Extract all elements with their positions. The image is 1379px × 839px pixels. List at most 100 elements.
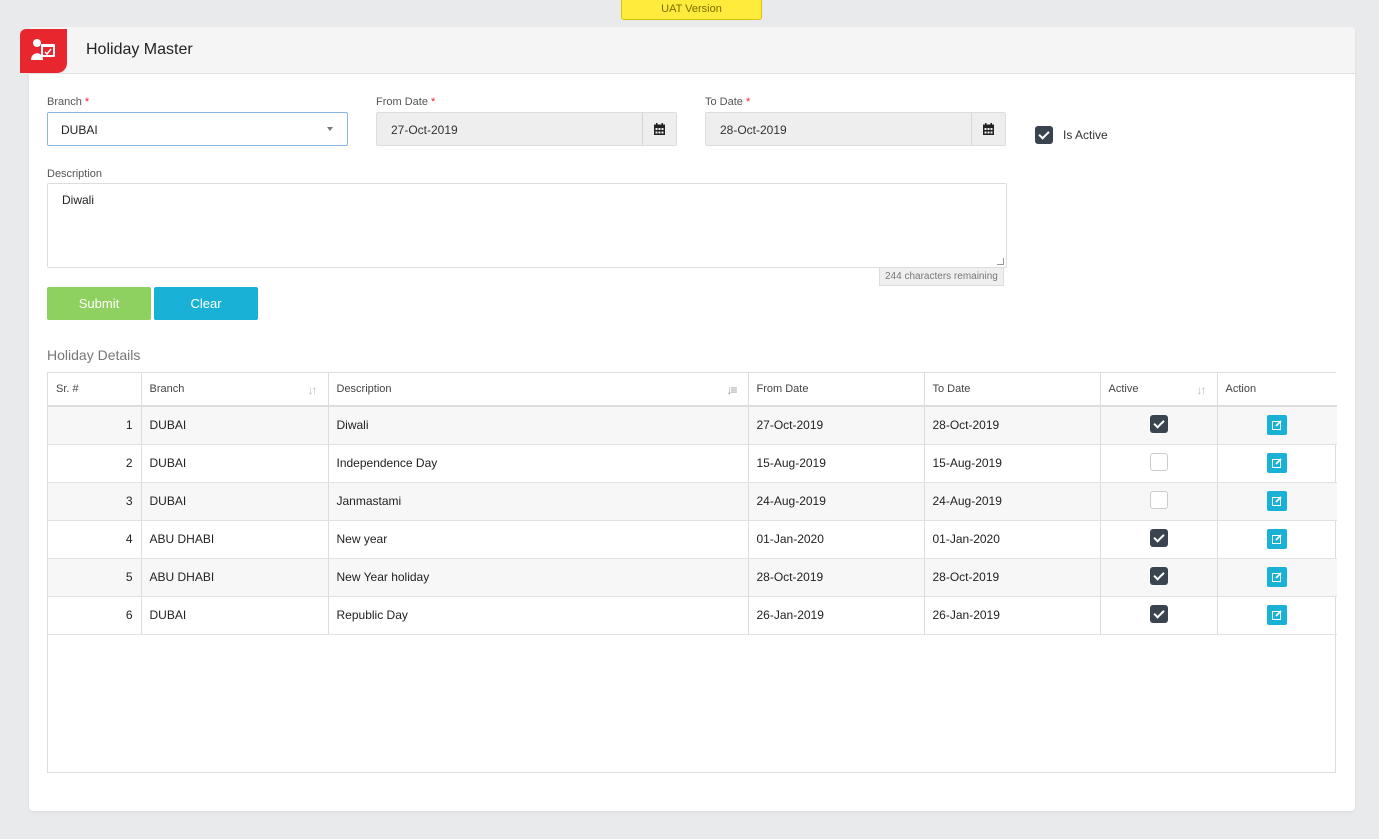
description-textarea[interactable]: Diwali <box>47 183 1007 268</box>
from-date-calendar-button[interactable] <box>642 113 676 145</box>
calendar-icon <box>654 123 665 135</box>
required-mark: * <box>84 96 90 108</box>
cell-action <box>1217 520 1337 559</box>
active-checkbox[interactable] <box>1149 566 1168 585</box>
cell-sr: 2 <box>48 444 142 483</box>
sort-icon[interactable]: ↓↑ <box>308 383 318 397</box>
holiday-details-title: Holiday Details <box>47 347 141 363</box>
cell-to-date: 24-Aug-2019 <box>924 482 1101 521</box>
from-date-label-text: From Date <box>376 96 428 108</box>
cell-branch: DUBAI <box>141 482 329 521</box>
cell-description: New year <box>328 520 749 559</box>
user-calendar-icon <box>20 29 67 73</box>
table-row[interactable]: 1 DUBAI Diwali 27-Oct-2019 28-Oct-2019 <box>48 406 1337 445</box>
active-checkbox[interactable] <box>1149 528 1168 547</box>
to-date-label: To Date * <box>705 96 750 108</box>
cell-action <box>1217 444 1337 483</box>
branch-select[interactable]: DUBAI <box>47 112 348 146</box>
cell-active <box>1100 406 1218 445</box>
column-header-active[interactable]: Active ↓↑ <box>1100 373 1218 407</box>
is-active-checkbox[interactable] <box>1035 126 1053 144</box>
cell-active <box>1100 520 1218 559</box>
holiday-master-panel: Holiday Master Branch * DUBAI From Date … <box>20 27 1355 811</box>
column-header-label: Active <box>1108 383 1139 395</box>
cell-branch: ABU DHABI <box>141 558 329 597</box>
column-header-description[interactable]: Description ↓≡ <box>328 373 749 407</box>
column-header-branch[interactable]: Branch ↓↑ <box>141 373 329 407</box>
sort-icon[interactable]: ↓↑ <box>1197 383 1207 397</box>
table-row[interactable]: 5 ABU DHABI New Year holiday 28-Oct-2019… <box>48 558 1337 597</box>
edit-icon[interactable] <box>1267 415 1288 436</box>
active-checkbox[interactable] <box>1149 452 1168 471</box>
cell-description: New Year holiday <box>328 558 749 597</box>
cell-from-date: 27-Oct-2019 <box>748 406 925 445</box>
cell-sr: 5 <box>48 558 142 597</box>
cell-description: Independence Day <box>328 444 749 483</box>
cell-to-date: 15-Aug-2019 <box>924 444 1101 483</box>
cell-action <box>1217 406 1337 445</box>
to-date-value: 28-Oct-2019 <box>720 123 787 137</box>
from-date-label: From Date * <box>376 96 435 108</box>
description-value: Diwali <box>62 193 95 207</box>
table-row[interactable]: 4 ABU DHABI New year 01-Jan-2020 01-Jan-… <box>48 520 1337 559</box>
column-header-sr[interactable]: Sr. # <box>48 373 142 407</box>
column-header-label: Description <box>336 383 392 395</box>
branch-select-value: DUBAI <box>61 123 98 137</box>
active-checkbox[interactable] <box>1149 604 1168 623</box>
edit-icon[interactable] <box>1267 453 1288 473</box>
page-title: Holiday Master <box>86 41 193 58</box>
cell-sr: 1 <box>48 406 142 445</box>
submit-button[interactable]: Submit <box>47 287 151 320</box>
table-row[interactable]: 2 DUBAI Independence Day 15-Aug-2019 15-… <box>48 444 1337 483</box>
column-header-label: To Date <box>932 383 971 395</box>
cell-to-date: 01-Jan-2020 <box>924 520 1101 559</box>
required-mark: * <box>745 96 751 108</box>
cell-to-date: 26-Jan-2019 <box>924 596 1101 635</box>
cell-from-date: 28-Oct-2019 <box>748 558 925 597</box>
cell-from-date: 24-Aug-2019 <box>748 482 925 521</box>
resize-handle-icon[interactable] <box>997 258 1004 265</box>
column-header-label: Sr. # <box>56 383 79 395</box>
cell-from-date: 01-Jan-2020 <box>748 520 925 559</box>
edit-icon[interactable] <box>1267 491 1288 511</box>
cell-active <box>1100 596 1218 635</box>
edit-icon[interactable] <box>1267 605 1288 625</box>
to-date-calendar-button[interactable] <box>971 113 1005 145</box>
cell-sr: 4 <box>48 520 142 559</box>
clear-button[interactable]: Clear <box>154 287 258 320</box>
column-header-label: Action <box>1225 383 1257 395</box>
cell-active <box>1100 444 1218 483</box>
table-header-row: Sr. # Branch ↓↑ Description ↓≡ From Date T… <box>48 373 1337 407</box>
table-row[interactable]: 6 DUBAI Republic Day 26-Jan-2019 26-Jan-… <box>48 596 1337 635</box>
cell-action <box>1217 558 1337 597</box>
table-row[interactable]: 3 DUBAI Janmastami 24-Aug-2019 24-Aug-20… <box>48 482 1337 521</box>
active-checkbox[interactable] <box>1149 490 1168 509</box>
description-label: Description <box>47 168 103 180</box>
edit-icon[interactable] <box>1267 529 1288 549</box>
branch-label: Branch * <box>47 96 89 108</box>
column-header-label: Branch <box>149 383 185 395</box>
cell-active <box>1100 482 1218 521</box>
active-checkbox[interactable] <box>1149 414 1168 433</box>
panel-header: Holiday Master <box>20 27 1355 74</box>
cell-action <box>1217 596 1337 635</box>
to-date-field[interactable]: 28-Oct-2019 <box>705 112 1006 146</box>
column-header-from-date[interactable]: From Date <box>748 373 925 407</box>
sort-ascending-icon[interactable]: ↓≡ <box>726 383 737 397</box>
edit-icon[interactable] <box>1267 567 1288 587</box>
column-header-to-date[interactable]: To Date <box>924 373 1101 407</box>
cell-description: Janmastami <box>328 482 749 521</box>
cell-sr: 6 <box>48 596 142 635</box>
cell-branch: DUBAI <box>141 406 329 445</box>
cell-branch: DUBAI <box>141 596 329 635</box>
holiday-grid: Sr. # Branch ↓↑ Description ↓≡ From Date T… <box>47 372 1337 773</box>
characters-remaining: 244 characters remaining <box>879 268 1004 286</box>
cell-description: Diwali <box>328 406 749 445</box>
cell-to-date: 28-Oct-2019 <box>924 406 1101 445</box>
branch-label-text: Branch <box>47 96 82 108</box>
cell-branch: DUBAI <box>141 444 329 483</box>
cell-sr: 3 <box>48 482 142 521</box>
from-date-value: 27-Oct-2019 <box>391 123 458 137</box>
column-header-action: Action <box>1217 373 1337 407</box>
from-date-field[interactable]: 27-Oct-2019 <box>376 112 677 146</box>
